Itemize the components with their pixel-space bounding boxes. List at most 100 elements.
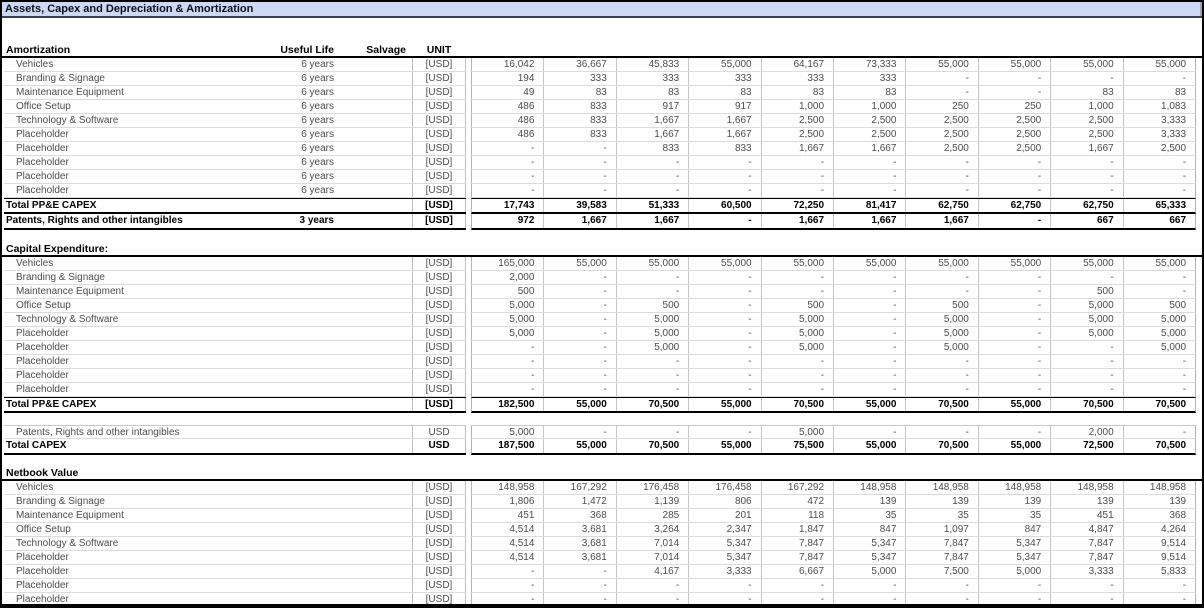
value-cell[interactable]: - [978, 72, 1050, 85]
value-cell[interactable]: 55,000 [833, 398, 905, 411]
value-cell[interactable]: 17,743 [472, 199, 543, 212]
value-cell[interactable]: 667 [1123, 214, 1195, 228]
value-cell[interactable]: 2,500 [833, 128, 905, 141]
value-cell[interactable]: - [833, 579, 905, 592]
value-cell[interactable]: 4,514 [472, 537, 543, 550]
value-cell[interactable]: - [761, 579, 833, 592]
value-cell[interactable]: 70,500 [761, 398, 833, 411]
value-cell[interactable]: 139 [833, 495, 905, 508]
value-cell[interactable]: 55,000 [543, 257, 615, 270]
value-cell[interactable]: 500 [905, 299, 977, 312]
value-cell[interactable]: 5,000 [1123, 327, 1195, 340]
value-cell[interactable]: 3,264 [616, 523, 688, 536]
value-cell[interactable]: 5,347 [833, 551, 905, 564]
value-cell[interactable]: 3,333 [1123, 114, 1195, 127]
value-cell[interactable]: 2,500 [978, 142, 1050, 155]
value-cell[interactable]: - [905, 383, 977, 396]
value-cell[interactable]: 139 [1050, 495, 1122, 508]
value-cell[interactable]: 2,500 [1050, 114, 1122, 127]
value-cell[interactable]: 55,000 [905, 58, 977, 71]
value-cell[interactable]: 2,500 [761, 128, 833, 141]
value-cell[interactable]: - [543, 142, 615, 155]
value-cell[interactable]: - [833, 426, 905, 438]
value-cell[interactable]: 187,500 [472, 439, 543, 453]
value-cell[interactable]: - [543, 355, 615, 368]
value-cell[interactable]: - [833, 341, 905, 354]
value-cell[interactable]: - [688, 341, 760, 354]
value-cell[interactable]: - [1050, 369, 1122, 382]
value-cell[interactable]: - [833, 170, 905, 183]
value-cell[interactable]: 55,000 [1123, 58, 1195, 71]
value-cell[interactable]: - [1050, 355, 1122, 368]
value-cell[interactable]: - [688, 184, 760, 197]
value-cell[interactable]: 3,333 [688, 565, 760, 578]
value-cell[interactable]: 5,347 [978, 537, 1050, 550]
value-cell[interactable]: 5,000 [472, 313, 543, 326]
value-cell[interactable]: - [1050, 271, 1122, 284]
value-cell[interactable]: 65,333 [1123, 199, 1195, 212]
value-cell[interactable]: 4,847 [1050, 523, 1122, 536]
value-cell[interactable]: 139 [1123, 495, 1195, 508]
value-cell[interactable]: 148,958 [1050, 481, 1122, 494]
value-cell[interactable]: - [978, 313, 1050, 326]
value-cell[interactable]: 36,667 [543, 58, 615, 71]
value-cell[interactable]: 55,000 [978, 58, 1050, 71]
value-cell[interactable]: 148,958 [905, 481, 977, 494]
value-cell[interactable]: 7,847 [905, 537, 977, 550]
value-cell[interactable]: - [543, 313, 615, 326]
value-cell[interactable]: 70,500 [1050, 398, 1122, 411]
value-cell[interactable]: 5,000 [833, 565, 905, 578]
value-cell[interactable]: 7,014 [616, 551, 688, 564]
value-cell[interactable]: - [978, 285, 1050, 298]
value-cell[interactable]: 1,667 [905, 214, 977, 228]
value-cell[interactable]: - [1123, 184, 1195, 197]
value-cell[interactable]: 4,514 [472, 523, 543, 536]
value-cell[interactable]: - [472, 565, 543, 578]
value-cell[interactable]: 2,500 [978, 114, 1050, 127]
value-cell[interactable]: 5,000 [472, 426, 543, 438]
value-cell[interactable]: - [905, 72, 977, 85]
value-cell[interactable]: - [761, 369, 833, 382]
value-cell[interactable]: - [978, 184, 1050, 197]
value-cell[interactable]: - [616, 156, 688, 169]
value-cell[interactable]: 2,347 [688, 523, 760, 536]
value-cell[interactable]: 165,000 [472, 257, 543, 270]
value-cell[interactable]: - [1123, 156, 1195, 169]
value-cell[interactable]: 55,000 [688, 398, 760, 411]
value-cell[interactable]: - [905, 156, 977, 169]
value-cell[interactable]: - [833, 369, 905, 382]
value-cell[interactable]: 139 [978, 495, 1050, 508]
value-cell[interactable]: 148,958 [472, 481, 543, 494]
value-cell[interactable]: - [1123, 383, 1195, 396]
value-cell[interactable]: 500 [616, 299, 688, 312]
value-cell[interactable]: - [833, 299, 905, 312]
value-cell[interactable]: 5,000 [616, 327, 688, 340]
value-cell[interactable]: - [688, 156, 760, 169]
value-cell[interactable]: 5,000 [761, 327, 833, 340]
value-cell[interactable]: 1,667 [543, 214, 615, 228]
value-cell[interactable]: 70,500 [905, 439, 977, 453]
value-cell[interactable]: - [905, 170, 977, 183]
value-cell[interactable]: 833 [543, 128, 615, 141]
value-cell[interactable]: 83 [761, 86, 833, 99]
value-cell[interactable]: 45,833 [616, 58, 688, 71]
value-cell[interactable]: 917 [688, 100, 760, 113]
value-cell[interactable]: 500 [1050, 285, 1122, 298]
value-cell[interactable]: 55,000 [833, 257, 905, 270]
value-cell[interactable]: - [1050, 341, 1122, 354]
value-cell[interactable]: 7,847 [761, 537, 833, 550]
value-cell[interactable]: 1,667 [1050, 142, 1122, 155]
value-cell[interactable]: 4,264 [1123, 523, 1195, 536]
value-cell[interactable]: - [616, 369, 688, 382]
value-cell[interactable]: 83 [1123, 86, 1195, 99]
value-cell[interactable]: 472 [761, 495, 833, 508]
value-cell[interactable]: - [543, 426, 615, 438]
value-cell[interactable]: 1,667 [616, 114, 688, 127]
value-cell[interactable]: 83 [1050, 86, 1122, 99]
value-cell[interactable]: 3,681 [543, 537, 615, 550]
value-cell[interactable]: 49 [472, 86, 543, 99]
value-cell[interactable]: 5,347 [688, 551, 760, 564]
value-cell[interactable]: 1,083 [1123, 100, 1195, 113]
value-cell[interactable]: - [543, 341, 615, 354]
value-cell[interactable]: 7,014 [616, 537, 688, 550]
